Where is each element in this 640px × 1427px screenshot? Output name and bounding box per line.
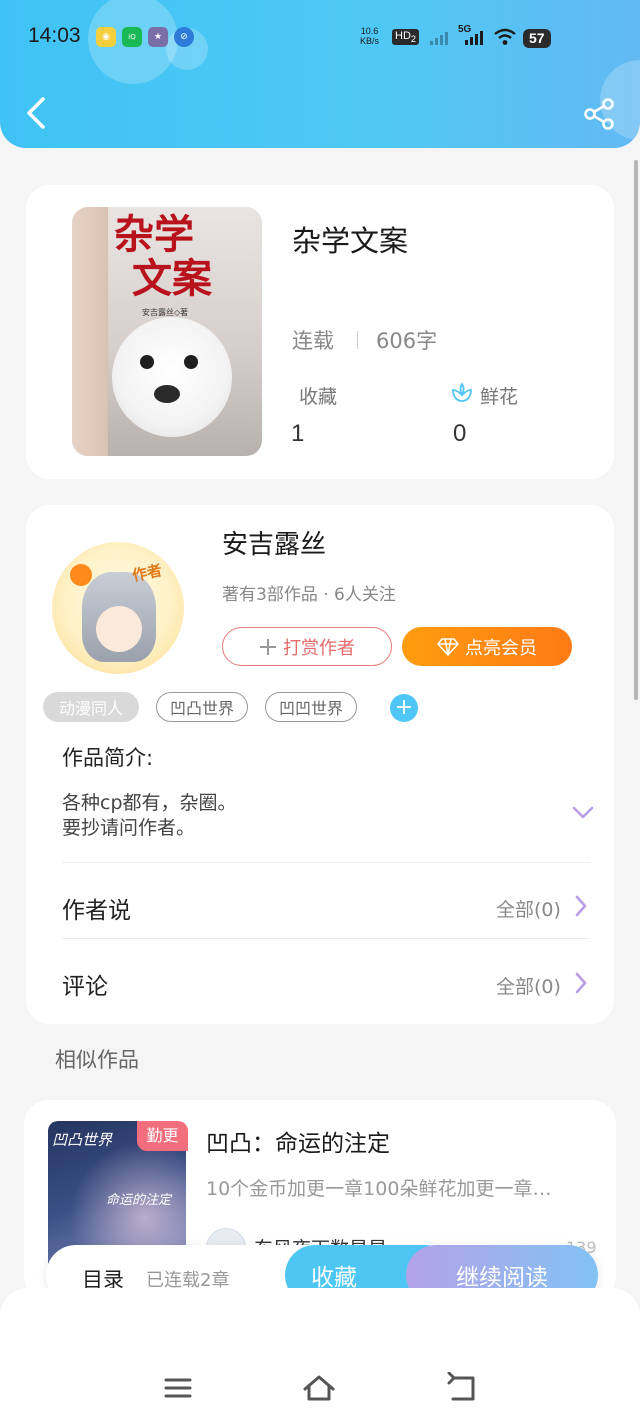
- plus-icon: [260, 638, 276, 655]
- flowers-count: 0: [453, 420, 467, 447]
- status-bar: 14:03 ◉ iQ ★ ⊘ 10.6 KB/s HD2 5G 57: [0, 0, 640, 76]
- back-chevron-icon[interactable]: [24, 96, 48, 130]
- flower-icon[interactable]: [450, 381, 474, 405]
- cover-title: 杂学 文案: [114, 213, 212, 301]
- system-navbar: [0, 1288, 640, 1427]
- similar-title[interactable]: 凹凸：命运的注定: [206, 1124, 390, 1158]
- tag-chip[interactable]: 动漫同人: [43, 692, 139, 722]
- share-icon[interactable]: [582, 97, 616, 131]
- flowers-label: 鲜花: [480, 386, 519, 408]
- book-title: 杂学文案: [292, 224, 409, 258]
- cover-edge: [72, 207, 108, 456]
- tag-chip[interactable]: 凹凸世界: [156, 692, 248, 722]
- update-badge: 勤更: [137, 1121, 188, 1151]
- avatar-bulb: [70, 564, 92, 586]
- divider: [357, 331, 358, 349]
- comments-all[interactable]: 全部(0): [496, 972, 561, 999]
- author-name[interactable]: 安吉露丝: [222, 524, 326, 561]
- favorites-count: 1: [291, 420, 305, 447]
- add-tag-button[interactable]: +: [390, 694, 418, 722]
- author-avatar[interactable]: 作者: [52, 542, 184, 674]
- signal-icon: [465, 27, 483, 45]
- hd-sub: 2: [410, 34, 416, 45]
- divider: [62, 862, 590, 863]
- avatar-badge: 作者: [130, 561, 164, 585]
- vip-label: 点亮会员: [465, 637, 537, 659]
- book-cover[interactable]: 杂学 文案 安吉露丝◇著: [72, 207, 262, 456]
- divider: [62, 938, 590, 939]
- continue-label: 继续阅读: [456, 1265, 548, 1291]
- similar-description: 10个金币加更一章100朵鲜花加更一章…: [206, 1178, 552, 1200]
- cover-text: 凹凸世界: [52, 1131, 113, 1149]
- scrollbar[interactable]: [634, 160, 638, 700]
- dog-eye: [140, 355, 154, 369]
- intro-line: 要抄请问作者。: [62, 817, 196, 839]
- net-speed-unit: KB/s: [360, 36, 380, 46]
- intro-heading: 作品简介:: [62, 746, 154, 770]
- favorite-label: 收藏: [311, 1265, 357, 1291]
- iqiyi-icon: iQ: [122, 27, 142, 47]
- tag-chip[interactable]: 凹凹世界: [265, 692, 357, 722]
- cover-author: 安吉露丝◇著: [142, 308, 189, 317]
- home-icon[interactable]: [302, 1372, 336, 1404]
- app-notification-icon: ◉: [96, 27, 116, 47]
- cover-text: 命运的注定: [106, 1193, 172, 1208]
- wifi-icon: [494, 28, 516, 45]
- expand-chevron-icon[interactable]: [570, 800, 596, 824]
- cover-title-line: 文案: [132, 255, 212, 302]
- word-count: 606字: [376, 329, 438, 353]
- author-says-all[interactable]: 全部(0): [496, 895, 561, 922]
- favorites-label: 收藏: [299, 386, 338, 408]
- net-speed-value: 10.6: [360, 26, 379, 36]
- cover-dog: [112, 317, 232, 437]
- chevron-right-icon[interactable]: [572, 893, 590, 919]
- tip-author-button[interactable]: 打赏作者: [222, 627, 392, 666]
- vip-button[interactable]: 点亮会员: [402, 627, 572, 666]
- return-icon[interactable]: [446, 1372, 480, 1404]
- net-speed: 10.6 KB/s: [360, 26, 379, 46]
- comments-label[interactable]: 评论: [62, 967, 108, 1001]
- book-status: 连载: [292, 329, 334, 353]
- chevron-right-icon[interactable]: [572, 970, 590, 996]
- author-says-label[interactable]: 作者说: [62, 891, 131, 925]
- intro-line: 各种cp都有，杂圈。: [62, 792, 237, 814]
- app-notification-icon: ⊘: [174, 27, 194, 47]
- author-meta: 著有3部作品 · 6人关注: [222, 585, 396, 605]
- status-time: 14:03: [28, 24, 81, 47]
- dog-eye: [184, 355, 198, 369]
- hd-icon: HD2: [392, 29, 419, 46]
- signal-icon: [430, 27, 448, 45]
- avatar-face: [96, 606, 142, 652]
- battery-level: 57: [523, 29, 551, 48]
- similar-heading: 相似作品: [55, 1048, 139, 1072]
- dog-nose: [154, 385, 180, 403]
- app-notification-icon: ★: [148, 27, 168, 47]
- diamond-icon: [437, 637, 459, 656]
- hd-label: HD: [395, 30, 411, 42]
- menu-icon[interactable]: [161, 1372, 195, 1404]
- tip-author-label: 打赏作者: [283, 637, 355, 659]
- cover-title-line: 杂学: [114, 211, 194, 258]
